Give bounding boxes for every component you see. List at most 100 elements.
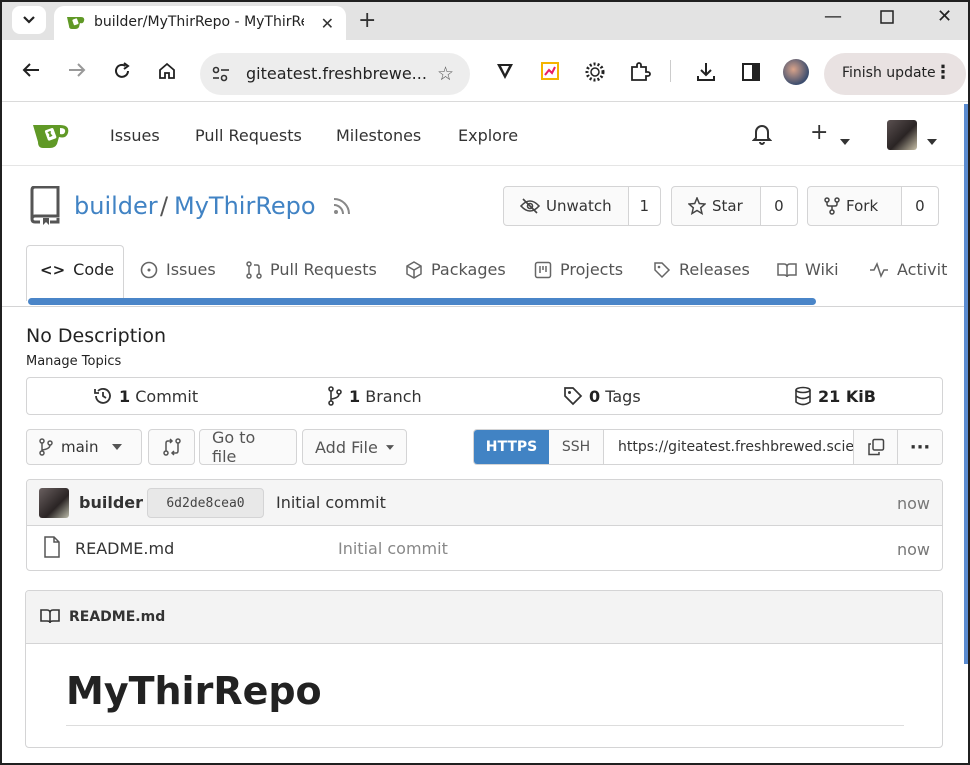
tab-activity[interactable]: Activit bbox=[869, 260, 947, 279]
tabs-divider bbox=[2, 306, 964, 307]
branch-dropdown[interactable]: main bbox=[26, 429, 142, 465]
user-dropdown-caret-icon[interactable] bbox=[927, 130, 937, 149]
ssh-toggle[interactable]: SSH bbox=[549, 430, 604, 464]
caret-down-icon bbox=[112, 444, 123, 450]
branch-icon bbox=[328, 386, 342, 406]
manage-topics-link[interactable]: Manage Topics bbox=[26, 354, 121, 369]
nav-pull-requests[interactable]: Pull Requests bbox=[195, 126, 302, 145]
download-icon[interactable] bbox=[695, 61, 717, 87]
reload-icon[interactable] bbox=[113, 62, 131, 80]
maximize-icon[interactable] bbox=[880, 8, 894, 29]
back-arrow-icon[interactable] bbox=[22, 62, 40, 78]
repo-stats-bar: 1 Commit 1 Branch 0 Tags 21 KiB bbox=[26, 377, 943, 415]
clone-url-field[interactable]: https://giteatest.freshbrewed.scie bbox=[604, 430, 854, 464]
add-file-dropdown[interactable]: Add File bbox=[302, 429, 407, 465]
code-icon: <> bbox=[40, 260, 66, 279]
tab-releases-label: Releases bbox=[679, 260, 750, 279]
minimize-icon[interactable]: — bbox=[824, 6, 842, 27]
browser-tab[interactable]: builder/MyThirRepo - MyThirRe ✕ bbox=[54, 6, 346, 40]
tab-wiki[interactable]: Wiki bbox=[777, 260, 839, 279]
database-icon bbox=[795, 386, 811, 406]
tab-code[interactable]: <> Code bbox=[40, 260, 114, 279]
nav-milestones[interactable]: Milestones bbox=[336, 126, 421, 145]
file-commit-time: now bbox=[896, 540, 930, 559]
tab-search-button[interactable] bbox=[12, 6, 46, 34]
readme-header: README.md bbox=[26, 591, 942, 644]
repo-name-link[interactable]: MyThirRepo bbox=[174, 192, 316, 220]
repo-size: 21 KiB bbox=[818, 386, 876, 406]
fork-button[interactable]: Fork bbox=[808, 187, 902, 225]
tab-code-label: Code bbox=[73, 260, 115, 279]
fork-count[interactable]: 0 bbox=[901, 187, 938, 225]
extension-color-icon[interactable] bbox=[540, 61, 560, 85]
clone-more-button[interactable]: ··· bbox=[898, 430, 942, 464]
tab-pull-requests[interactable]: Pull Requests bbox=[246, 260, 377, 279]
tab-packages[interactable]: Packages bbox=[405, 260, 506, 279]
repo-icon bbox=[28, 185, 62, 230]
commit-author-avatar[interactable] bbox=[39, 488, 69, 518]
tab-projects[interactable]: Projects bbox=[534, 260, 623, 279]
branches-stat[interactable]: 1 Branch bbox=[327, 386, 422, 406]
new-tab-icon[interactable]: + bbox=[358, 8, 376, 33]
tab-releases[interactable]: Releases bbox=[653, 260, 750, 279]
readme-heading: MyThirRepo bbox=[66, 669, 322, 713]
extension-sunburst-icon[interactable] bbox=[584, 61, 606, 87]
nav-explore[interactable]: Explore bbox=[458, 126, 518, 145]
extension-v-icon[interactable] bbox=[495, 61, 515, 85]
forward-arrow-icon[interactable] bbox=[68, 62, 86, 78]
compare-button[interactable] bbox=[148, 429, 195, 465]
star-button[interactable]: Star bbox=[672, 187, 761, 225]
notification-bell-icon[interactable] bbox=[751, 122, 773, 150]
go-to-file-button[interactable]: Go to file bbox=[199, 428, 297, 466]
browser-menu-icon[interactable]: ⋮ bbox=[934, 62, 952, 83]
toolbar-divider bbox=[670, 60, 671, 82]
clone-panel: HTTPS SSH https://giteatest.freshbrewed.… bbox=[473, 429, 943, 465]
close-window-icon[interactable]: ✕ bbox=[937, 6, 952, 27]
tab-title: builder/MyThirRepo - MyThirRe bbox=[94, 14, 304, 30]
user-avatar[interactable] bbox=[887, 120, 917, 150]
table-row[interactable]: README.md Initial commit now bbox=[27, 526, 942, 570]
eye-slash-icon bbox=[520, 198, 540, 214]
create-plus-icon[interactable]: + bbox=[810, 120, 828, 145]
readme-filename[interactable]: README.md bbox=[69, 609, 165, 625]
commit-author[interactable]: builder bbox=[79, 493, 143, 512]
book-icon bbox=[40, 608, 60, 628]
watch-count[interactable]: 1 bbox=[628, 187, 660, 225]
file-icon bbox=[43, 536, 61, 562]
profile-avatar[interactable] bbox=[783, 59, 809, 85]
gitea-logo-icon[interactable] bbox=[32, 120, 72, 154]
repo-owner-link[interactable]: builder bbox=[74, 192, 158, 220]
branch-icon bbox=[39, 438, 53, 456]
commit-sha-button[interactable]: 6d2de8cea0 bbox=[147, 488, 264, 518]
create-dropdown-caret-icon[interactable] bbox=[840, 130, 850, 149]
file-name-link[interactable]: README.md bbox=[75, 539, 174, 558]
nav-issues[interactable]: Issues bbox=[110, 126, 160, 145]
commits-stat[interactable]: 1 Commit bbox=[93, 386, 198, 406]
star-label: Star bbox=[712, 197, 743, 215]
tab-close-icon[interactable]: ✕ bbox=[321, 14, 334, 33]
bookmark-star-icon[interactable]: ☆ bbox=[437, 63, 454, 85]
unwatch-button[interactable]: Unwatch bbox=[504, 187, 629, 225]
browser-toolbar: giteatest.freshbrewe... ☆ Finish update … bbox=[2, 40, 968, 102]
site-info-icon[interactable] bbox=[210, 64, 232, 88]
file-commit-message[interactable]: Initial commit bbox=[338, 539, 448, 558]
home-icon[interactable] bbox=[158, 62, 176, 80]
branches-count: 1 bbox=[349, 386, 361, 406]
fork-icon bbox=[824, 197, 840, 215]
https-toggle[interactable]: HTTPS bbox=[474, 430, 549, 464]
tabs-scrollbar[interactable] bbox=[28, 298, 816, 305]
rss-feed-icon[interactable] bbox=[332, 196, 352, 220]
tab-issues[interactable]: Issues bbox=[140, 260, 216, 279]
caret-down-icon bbox=[385, 444, 394, 450]
address-bar[interactable]: giteatest.freshbrewe... ☆ bbox=[200, 53, 470, 95]
copy-url-button[interactable] bbox=[854, 430, 898, 464]
tags-stat[interactable]: 0 Tags bbox=[563, 386, 641, 406]
fork-button-group: Fork 0 bbox=[807, 186, 939, 226]
repo-description: No Description bbox=[26, 325, 167, 347]
page-scrollbar[interactable] bbox=[964, 104, 968, 664]
star-count[interactable]: 0 bbox=[760, 187, 797, 225]
commit-message[interactable]: Initial commit bbox=[276, 493, 386, 512]
side-panel-icon[interactable] bbox=[741, 62, 761, 86]
finish-update-button[interactable]: Finish update ⋮ bbox=[824, 53, 966, 95]
extensions-puzzle-icon[interactable] bbox=[629, 61, 651, 87]
